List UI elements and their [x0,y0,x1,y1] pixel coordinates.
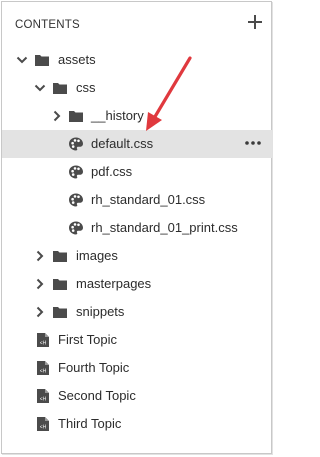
tree-item-third-topic[interactable]: <H Third Topic [2,410,272,438]
folder-icon [53,83,67,94]
tree-item-default-css[interactable]: default.css [2,130,272,158]
more-horizontal-icon[interactable] [244,134,262,152]
tree-item-label: default.css [91,136,154,151]
svg-text:<H: <H [40,425,47,431]
tree-item-label: rh_standard_01_print.css [91,220,238,235]
tree-item-label: assets [58,52,96,67]
panel-header: CONTENTS [2,2,271,48]
tree-item-label: rh_standard_01.css [91,192,206,207]
chevron-right-icon[interactable] [50,109,64,123]
folder-icon [69,111,83,122]
tree-item-rh-standard-01-print-css[interactable]: rh_standard_01_print.css [2,214,272,242]
folder-icon [35,55,49,66]
tree-item-label: Fourth Topic [58,360,130,375]
tree-item-fourth-topic[interactable]: <H Fourth Topic [2,354,272,382]
svg-text:<H: <H [40,369,47,375]
tree-item-pdf-css[interactable]: pdf.css [2,158,272,186]
tree-item-images[interactable]: images [2,242,272,270]
chevron-right-icon[interactable] [33,305,47,319]
tree-item-second-topic[interactable]: <H Second Topic [2,382,272,410]
css-palette-icon [69,193,83,207]
chevron-down-icon[interactable] [15,53,29,67]
tree-item-label: __history [91,108,144,123]
chevron-right-icon[interactable] [33,277,47,291]
tree-item-masterpages[interactable]: masterpages [2,270,272,298]
tree-item-history[interactable]: __history [2,102,272,130]
tree-item-label: First Topic [58,332,117,347]
svg-text:<H: <H [40,341,47,347]
css-palette-icon [69,137,83,151]
tree-item-snippets[interactable]: snippets [2,298,272,326]
tree-item-first-topic[interactable]: <H First Topic [2,326,272,354]
css-palette-icon [69,221,83,235]
folder-icon [53,279,67,290]
tree-item-label: css [76,80,96,95]
tree-item-label: pdf.css [91,164,133,179]
folder-icon [53,307,67,318]
topic-file-icon: <H [37,389,49,403]
topic-file-icon: <H [37,333,49,347]
panel-title: CONTENTS [15,19,80,31]
folder-icon [53,251,67,262]
tree-item-label: masterpages [76,276,152,291]
tree-item-label: Second Topic [58,388,136,403]
topic-file-icon: <H [37,361,49,375]
tree-item-assets[interactable]: assets [2,46,272,74]
plus-icon[interactable] [245,12,265,32]
topic-file-icon: <H [37,417,49,431]
chevron-right-icon[interactable] [33,249,47,263]
tree-item-label: Third Topic [58,416,122,431]
contents-panel: CONTENTS assets css __history default.cs… [1,1,272,454]
tree-item-css[interactable]: css [2,74,272,102]
tree-item-rh-standard-01-css[interactable]: rh_standard_01.css [2,186,272,214]
svg-text:<H: <H [40,397,47,403]
chevron-down-icon[interactable] [33,81,47,95]
tree-item-label: snippets [76,304,125,319]
css-palette-icon [69,165,83,179]
tree-item-label: images [76,248,118,263]
